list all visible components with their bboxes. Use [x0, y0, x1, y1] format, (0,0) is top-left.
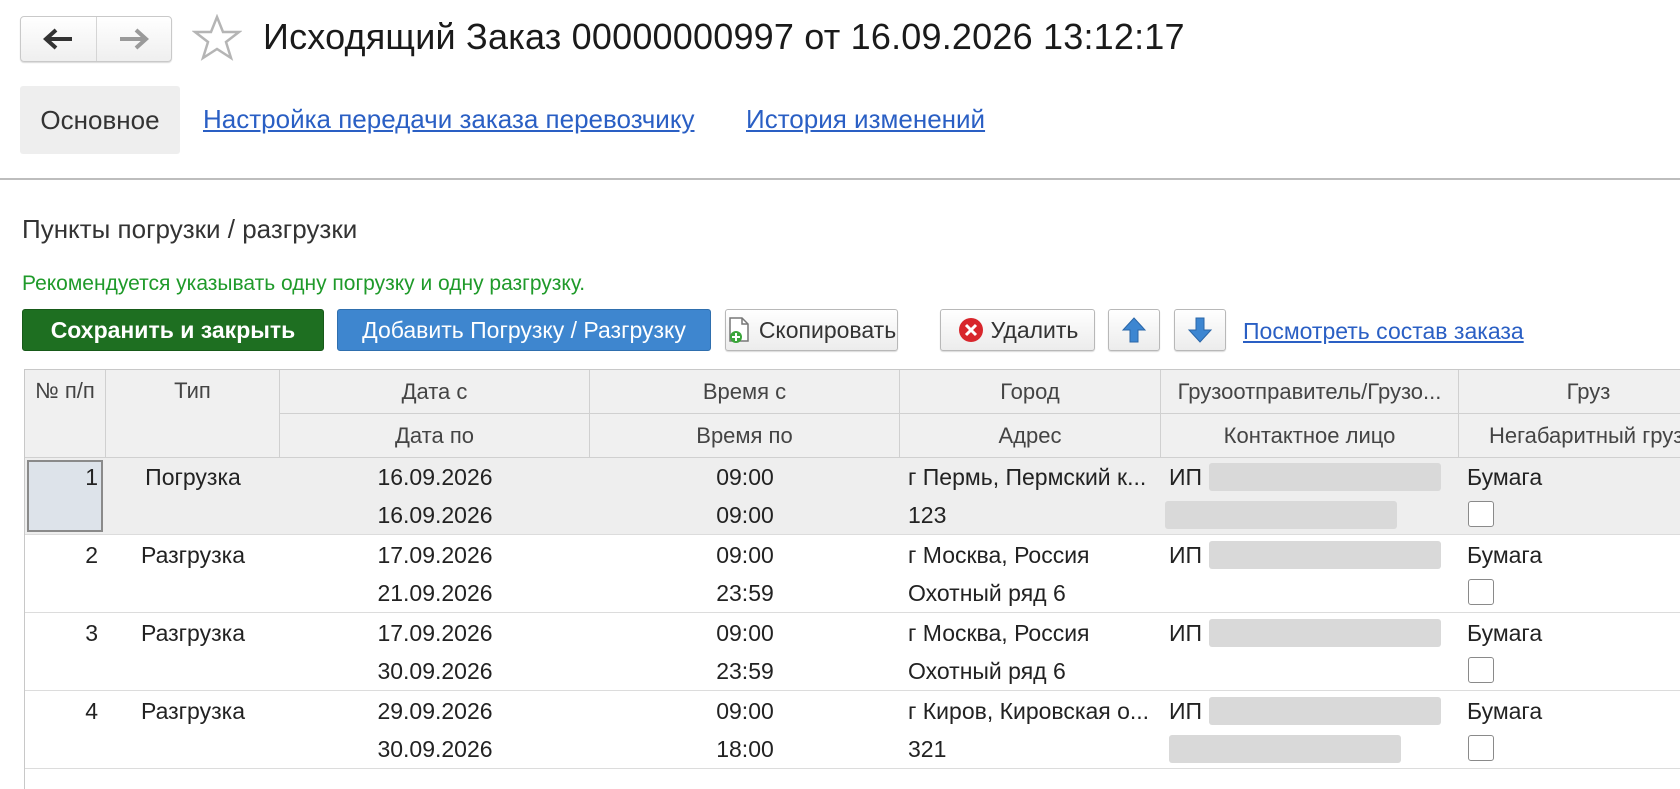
- row-4-oversized-checkbox[interactable]: [1468, 735, 1494, 761]
- copy-label: Скопировать: [758, 316, 897, 343]
- row-separator: [25, 768, 1680, 769]
- save-close-button[interactable]: Сохранить и закрыть: [22, 309, 324, 351]
- points-table: № п/п Тип Дата с Дата по Время с Время п…: [24, 369, 1680, 789]
- row-1-shipper[interactable]: ИП: [1161, 458, 1201, 496]
- row-3-address[interactable]: Охотный ряд 6: [900, 652, 1161, 690]
- back-button[interactable]: [21, 17, 96, 61]
- row-1-time-from[interactable]: 09:00: [590, 458, 900, 496]
- col-header-type[interactable]: Тип: [106, 370, 280, 458]
- row-3-shipper-redacted: [1209, 619, 1441, 647]
- row-2-oversized-checkbox[interactable]: [1468, 579, 1494, 605]
- history-nav: [20, 16, 172, 62]
- col-header-contact[interactable]: Контактное лицо: [1161, 414, 1459, 458]
- col-header-num[interactable]: № п/п: [25, 370, 106, 458]
- row-2-num[interactable]: 2: [25, 536, 106, 574]
- row-4-time-from[interactable]: 09:00: [590, 692, 900, 730]
- row-1-oversized-checkbox[interactable]: [1468, 501, 1494, 527]
- row-1-num[interactable]: 1: [25, 458, 106, 496]
- add-point-button[interactable]: Добавить Погрузку / Разгрузку: [337, 309, 711, 351]
- row-1-city[interactable]: г Пермь, Пермский к...: [900, 458, 1161, 496]
- copy-button[interactable]: Скопировать: [725, 309, 898, 351]
- move-down-button[interactable]: [1174, 309, 1226, 351]
- arrow-up-icon: [1121, 317, 1147, 343]
- row-4-num[interactable]: 4: [25, 692, 106, 730]
- row-4-address[interactable]: 321: [900, 730, 1161, 768]
- delete-icon: [957, 316, 985, 344]
- row-separator: [25, 612, 1680, 613]
- row-2-date-from[interactable]: 17.09.2026: [280, 536, 590, 574]
- section-title: Пункты погрузки / разгрузки: [22, 214, 358, 244]
- row-4-time-to[interactable]: 18:00: [590, 730, 900, 768]
- row-1-type[interactable]: Погрузка: [106, 458, 280, 496]
- arrow-right-icon: [119, 28, 149, 50]
- row-2-type[interactable]: Разгрузка: [106, 536, 280, 574]
- delete-label: Удалить: [990, 316, 1079, 343]
- row-1-cargo[interactable]: Бумага: [1459, 458, 1659, 496]
- row-1-date-from[interactable]: 16.09.2026: [280, 458, 590, 496]
- row-3-type[interactable]: Разгрузка: [106, 614, 280, 652]
- row-3-cargo[interactable]: Бумага: [1459, 614, 1659, 652]
- divider: [0, 178, 1680, 180]
- row-1-contact-redacted: [1165, 501, 1397, 529]
- copy-icon: [727, 316, 753, 344]
- hint-text: Рекомендуется указывать одну погрузку и …: [22, 272, 586, 295]
- tab-carrier-settings[interactable]: Настройка передачи заказа перевозчику: [203, 104, 695, 135]
- col-header-time-to[interactable]: Время по: [590, 414, 900, 458]
- row-4-shipper-redacted: [1209, 697, 1441, 725]
- row-4-cargo[interactable]: Бумага: [1459, 692, 1659, 730]
- row-1-shipper-redacted: [1209, 463, 1441, 491]
- row-2-cargo[interactable]: Бумага: [1459, 536, 1659, 574]
- row-2-shipper[interactable]: ИП: [1161, 536, 1201, 574]
- row-4-date-to[interactable]: 30.09.2026: [280, 730, 590, 768]
- row-4-city[interactable]: г Киров, Кировская о...: [900, 692, 1161, 730]
- row-3-time-from[interactable]: 09:00: [590, 614, 900, 652]
- row-3-date-to[interactable]: 30.09.2026: [280, 652, 590, 690]
- row-1-time-to[interactable]: 09:00: [590, 496, 900, 534]
- arrow-down-icon: [1187, 317, 1213, 343]
- row-3-num[interactable]: 3: [25, 614, 106, 652]
- forward-button[interactable]: [95, 17, 172, 61]
- favorite-star-icon[interactable]: [191, 13, 243, 67]
- col-header-cargo[interactable]: Груз: [1459, 370, 1680, 414]
- row-3-city[interactable]: г Москва, Россия: [900, 614, 1161, 652]
- col-header-date-from[interactable]: Дата с: [280, 370, 590, 414]
- row-3-date-from[interactable]: 17.09.2026: [280, 614, 590, 652]
- row-1-date-to[interactable]: 16.09.2026: [280, 496, 590, 534]
- row-2-time-to[interactable]: 23:59: [590, 574, 900, 612]
- row-2-address[interactable]: Охотный ряд 6: [900, 574, 1161, 612]
- row-3-oversized-checkbox[interactable]: [1468, 657, 1494, 683]
- row-4-date-from[interactable]: 29.09.2026: [280, 692, 590, 730]
- move-up-button[interactable]: [1108, 309, 1160, 351]
- col-header-oversized[interactable]: Негабаритный груз: [1459, 414, 1680, 458]
- row-2-city[interactable]: г Москва, Россия: [900, 536, 1161, 574]
- delete-button[interactable]: Удалить: [940, 309, 1095, 351]
- view-order-link[interactable]: Посмотреть состав заказа: [1243, 318, 1524, 345]
- row-3-shipper[interactable]: ИП: [1161, 614, 1201, 652]
- arrow-left-icon: [43, 28, 73, 50]
- col-header-address[interactable]: Адрес: [900, 414, 1161, 458]
- row-2-time-from[interactable]: 09:00: [590, 536, 900, 574]
- col-header-time-from[interactable]: Время с: [590, 370, 900, 414]
- row-separator: [25, 534, 1680, 535]
- col-header-city[interactable]: Город: [900, 370, 1161, 414]
- row-separator: [25, 690, 1680, 691]
- col-header-date-to[interactable]: Дата по: [280, 414, 590, 458]
- row-2-date-to[interactable]: 21.09.2026: [280, 574, 590, 612]
- row-2-shipper-redacted: [1209, 541, 1441, 569]
- row-4-contact-redacted: [1169, 735, 1401, 763]
- page-title: Исходящий Заказ 00000000997 от 16.09.202…: [263, 16, 1185, 57]
- tab-history[interactable]: История изменений: [746, 104, 985, 135]
- col-header-shipper[interactable]: Грузоотправитель/Грузо...: [1161, 370, 1459, 414]
- row-1-address[interactable]: 123: [900, 496, 1161, 534]
- row-4-type[interactable]: Разгрузка: [106, 692, 280, 730]
- row-4-shipper[interactable]: ИП: [1161, 692, 1201, 730]
- row-3-time-to[interactable]: 23:59: [590, 652, 900, 690]
- tab-main[interactable]: Основное: [20, 86, 180, 154]
